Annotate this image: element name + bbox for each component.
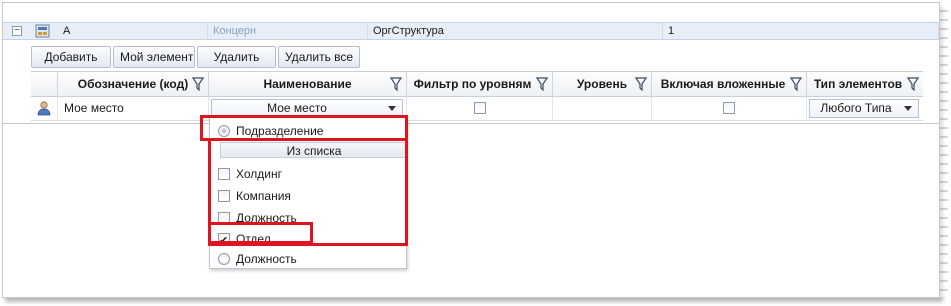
row-code: Мое место bbox=[58, 97, 209, 120]
row-level[interactable] bbox=[553, 97, 652, 120]
column-element-type[interactable]: Тип элементов bbox=[807, 72, 923, 96]
group-count: 1 bbox=[663, 23, 939, 39]
group-code: A bbox=[58, 23, 208, 39]
group-type: ОргСтруктура bbox=[368, 23, 663, 39]
delete-button[interactable]: Удалить bbox=[197, 46, 276, 68]
filter-icon[interactable] bbox=[790, 77, 802, 91]
collapse-button[interactable]: − bbox=[12, 26, 22, 36]
level-filter-checkbox[interactable] bbox=[473, 102, 486, 114]
add-button[interactable]: Добавить bbox=[31, 46, 111, 68]
column-level-label: Уровень bbox=[576, 77, 628, 91]
element-type-combo[interactable]: Любого Типа bbox=[809, 99, 919, 118]
filter-icon[interactable] bbox=[390, 77, 402, 91]
filter-icon[interactable] bbox=[907, 77, 919, 91]
header-spacer bbox=[31, 72, 58, 96]
chevron-down-icon[interactable] bbox=[388, 106, 396, 111]
group-row[interactable]: − A Концерн ОргСтруктура 1 bbox=[3, 22, 939, 40]
filter-icon[interactable] bbox=[536, 77, 548, 91]
user-icon bbox=[37, 101, 51, 116]
column-level-filter[interactable]: Фильтр по уровням bbox=[407, 72, 553, 96]
column-code[interactable]: Обозначение (код) bbox=[58, 72, 209, 96]
element-type-value: Любого Типа bbox=[820, 101, 892, 115]
column-include-nested-label: Включая вложенные bbox=[660, 77, 786, 91]
column-code-label: Обозначение (код) bbox=[77, 77, 189, 91]
group-parent: Концерн bbox=[208, 23, 368, 39]
table-header: Обозначение (код) Наименование Фильтр по… bbox=[31, 71, 923, 97]
row-include-nested[interactable] bbox=[652, 97, 807, 120]
org-structure-icon bbox=[35, 24, 50, 38]
column-level[interactable]: Уровень bbox=[553, 72, 652, 96]
column-element-type-label: Тип элементов bbox=[813, 77, 903, 91]
column-include-nested[interactable]: Включая вложенные bbox=[652, 72, 807, 96]
column-name-label: Наименование bbox=[263, 77, 352, 91]
include-nested-checkbox[interactable] bbox=[723, 102, 735, 114]
column-level-filter-label: Фильтр по уровням bbox=[413, 77, 532, 91]
filter-icon[interactable] bbox=[635, 77, 647, 91]
row-level-filter[interactable] bbox=[407, 97, 553, 120]
highlight-frame-department bbox=[208, 222, 313, 244]
my-element-button[interactable]: Мой элемент bbox=[113, 46, 195, 68]
row-element-type[interactable]: Любого Типа bbox=[807, 97, 923, 120]
filter-icon[interactable] bbox=[192, 77, 204, 91]
option-position-label: Должность bbox=[236, 252, 297, 266]
grid-bottom-line bbox=[3, 123, 939, 124]
row-indicator bbox=[31, 97, 58, 120]
chevron-down-icon[interactable] bbox=[904, 106, 912, 111]
table-row[interactable]: Мое место Мое место Любого Типа bbox=[31, 97, 923, 121]
toolbar: Добавить Мой элемент Удалить Удалить все bbox=[31, 46, 360, 68]
option-position[interactable]: Должность bbox=[218, 249, 297, 269]
grid-panel: − A Концерн ОргСтруктура 1 Добавить Мой … bbox=[2, 2, 948, 298]
radio-button[interactable] bbox=[218, 253, 230, 265]
delete-all-button[interactable]: Удалить все bbox=[278, 46, 360, 68]
column-name[interactable]: Наименование bbox=[209, 72, 407, 96]
